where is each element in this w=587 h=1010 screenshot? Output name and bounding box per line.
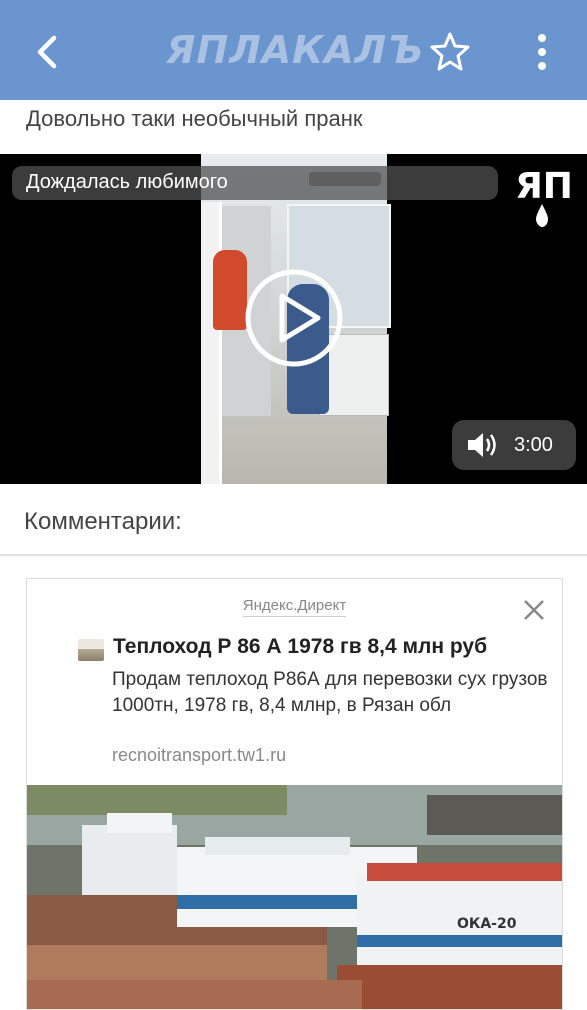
video-duration: 3:00 bbox=[514, 434, 553, 456]
ships-photo: ОКА-20 bbox=[27, 785, 562, 1009]
ad-source-label[interactable]: Яндекс.Директ bbox=[242, 597, 347, 617]
star-outline-icon[interactable] bbox=[428, 30, 472, 74]
ad-favicon bbox=[78, 639, 104, 661]
close-icon[interactable] bbox=[523, 599, 545, 621]
play-icon[interactable] bbox=[244, 268, 344, 368]
video-player[interactable]: Дождалась любимого ЯП 3:00 bbox=[0, 154, 587, 484]
divider bbox=[0, 554, 587, 556]
chevron-left-icon[interactable] bbox=[28, 28, 68, 76]
ad-image[interactable]: ОКА-20 bbox=[27, 785, 562, 1009]
speaker-icon[interactable] bbox=[466, 430, 500, 460]
yp-watermark-logo: ЯП bbox=[515, 166, 573, 227]
ad-title[interactable]: Теплоход Р 86 А 1978 гв 8,4 млн руб bbox=[113, 635, 487, 659]
vertical-dots-icon[interactable] bbox=[522, 30, 562, 74]
ad-url[interactable]: recnoitransport.tw1.ru bbox=[112, 745, 286, 766]
watermark-text: ЯП bbox=[515, 166, 573, 207]
ad-source[interactable]: Яндекс.Директ bbox=[27, 597, 562, 617]
ad-text[interactable]: Продам теплоход Р86А для перевозки сух г… bbox=[112, 667, 552, 719]
video-title: Дождалась любимого bbox=[26, 171, 228, 193]
comments-heading: Комментарии: bbox=[24, 508, 182, 535]
top-app-bar: ЯПЛАКАЛЪ bbox=[0, 0, 587, 100]
ad-card[interactable]: Яндекс.Директ Теплоход Р 86 А 1978 гв 8,… bbox=[26, 578, 563, 1010]
post-title: Довольно таки необычный пранк bbox=[26, 106, 363, 131]
ship-label: ОКА-20 bbox=[457, 916, 517, 932]
site-logo[interactable]: ЯПЛАКАЛЪ bbox=[166, 28, 423, 72]
